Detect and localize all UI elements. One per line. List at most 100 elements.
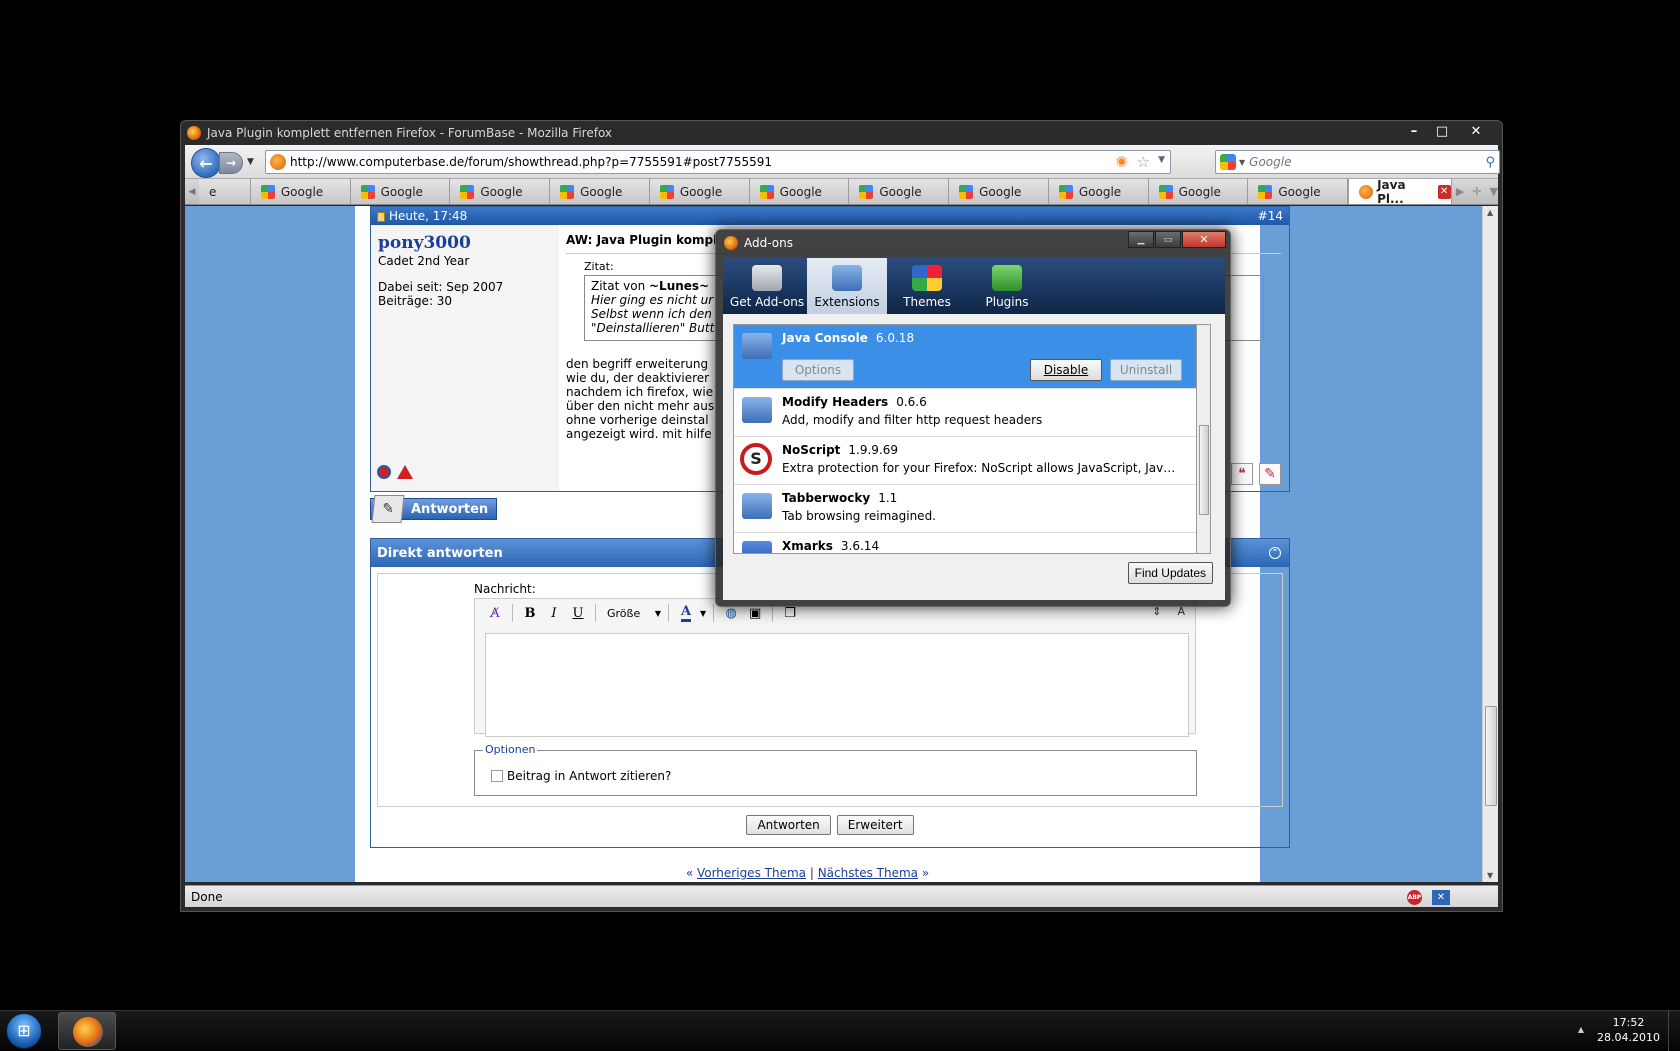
page-scrollbar[interactable]: ▲ ▼ (1482, 206, 1498, 882)
tab-google[interactable]: Google (450, 179, 550, 204)
post-date: Heute, 17:48 (389, 209, 467, 223)
collapse-icon[interactable]: ⌃ (1269, 547, 1281, 559)
system-clock[interactable]: 17:52 28.04.2010 (1597, 1015, 1660, 1045)
advanced-reply-button[interactable]: Erweitert (837, 815, 914, 835)
uninstall-button[interactable]: Uninstall (1110, 359, 1182, 381)
find-updates-button[interactable]: Find Updates (1128, 562, 1213, 584)
url-bar[interactable]: http://www.computerbase.de/forum/showthr… (265, 150, 1171, 174)
minimize-button[interactable]: – (1400, 121, 1428, 141)
extensions-list: Java Console6.0.18 Options Disable Unins… (733, 324, 1197, 554)
tab-google[interactable]: Google (251, 179, 351, 204)
maximize-button[interactable]: □ (1428, 121, 1456, 141)
rss-feed-icon[interactable]: ◉ (1116, 155, 1130, 169)
scroll-up-icon[interactable]: ▲ (1487, 208, 1493, 217)
text-color-icon[interactable]: A (676, 603, 696, 623)
extension-item-modify-headers[interactable]: Modify Headers0.6.6 Add, modify and filt… (734, 389, 1196, 437)
taskbar-firefox-button[interactable] (58, 1012, 116, 1050)
reply-pen-icon: ✎ (372, 495, 405, 523)
engine-dropdown-icon[interactable]: ▼ (1239, 158, 1245, 167)
start-button-icon[interactable]: ⊞ (6, 1013, 42, 1049)
extension-name: Xmarks (782, 539, 833, 553)
show-desktop-button[interactable] (1668, 1011, 1680, 1051)
search-input[interactable] (1249, 155, 1485, 169)
edit-post-icon[interactable]: ✎ (1259, 463, 1281, 485)
scrollbar-thumb[interactable] (1485, 706, 1497, 806)
tab-google[interactable]: Google (1149, 179, 1249, 204)
post-number[interactable]: #14 (1258, 209, 1283, 223)
reply-button-label: Antworten (411, 502, 488, 517)
tab-close-icon[interactable]: ✕ (1438, 185, 1451, 199)
search-icon[interactable]: ⚲ (1485, 155, 1495, 170)
xmarks-icon[interactable]: ✕ (1432, 890, 1450, 905)
tab-themes[interactable]: Themes (887, 258, 967, 314)
tab-active[interactable]: Java Pl... ✕ (1348, 179, 1452, 204)
maximize-button[interactable]: ▭ (1155, 231, 1181, 248)
bookmark-star-icon[interactable]: ☆ (1137, 153, 1150, 171)
adblock-plus-icon[interactable]: ABP (1407, 890, 1422, 905)
tab-plugins[interactable]: Plugins (967, 258, 1047, 314)
quote-author[interactable]: ~Lunes~ (649, 279, 709, 293)
thread-navigation: « Vorheriges Thema | Nächstes Thema » (355, 866, 1260, 880)
history-dropdown-icon[interactable]: ▼ (247, 157, 254, 167)
post-icon (377, 212, 385, 222)
extension-item-noscript[interactable]: S NoScript1.9.9.69 Extra protection for … (734, 437, 1196, 485)
palette-icon (912, 265, 942, 291)
toolbar-separator (595, 604, 596, 622)
options-button[interactable]: Options (782, 359, 854, 381)
submit-reply-button[interactable]: Antworten (746, 815, 830, 835)
message-textarea[interactable] (485, 633, 1189, 737)
reply-button[interactable]: ✎ Antworten (370, 498, 497, 520)
quote-checkbox-label[interactable]: Beitrag in Antwort zitieren? (507, 769, 671, 783)
quote-post-icon[interactable]: ❝ (1231, 463, 1253, 485)
extensions-scrollbar[interactable] (1197, 324, 1211, 554)
back-button[interactable]: ← (191, 148, 221, 178)
tab-google[interactable]: Google (1049, 179, 1149, 204)
italic-icon[interactable]: I (544, 603, 564, 623)
noscript-icon: S (740, 443, 772, 475)
tab-google[interactable]: Google (949, 179, 1049, 204)
scroll-down-icon[interactable]: ▼ (1487, 871, 1493, 880)
tab-google[interactable]: Google (650, 179, 750, 204)
site-identity-icon[interactable] (270, 154, 286, 170)
tab-label: Extensions (814, 295, 879, 309)
show-hidden-icons-icon[interactable]: ▲ (1578, 1025, 1584, 1034)
chevron-down-icon[interactable]: ▼ (700, 609, 706, 618)
url-text[interactable]: http://www.computerbase.de/forum/showthr… (290, 155, 772, 169)
extension-name: Java Console (782, 331, 868, 345)
extension-item-tabberwocky[interactable]: Tabberwocky1.1 Tab browsing reimagined. (734, 485, 1196, 533)
bold-icon[interactable]: B (520, 603, 540, 623)
search-bar[interactable]: ▼ ⚲ (1215, 150, 1500, 174)
tab-list-icon[interactable]: ▼ (1490, 185, 1498, 198)
disable-button[interactable]: Disable (1030, 359, 1102, 381)
tab-scroll-left-icon[interactable]: ◀ (185, 179, 199, 204)
report-post-icon[interactable] (397, 465, 413, 479)
tab-get-addons[interactable]: Get Add-ons (727, 258, 807, 314)
tab-google[interactable]: Google (750, 179, 850, 204)
scrollbar-thumb[interactable] (1199, 425, 1209, 515)
tab-google[interactable]: Google (550, 179, 650, 204)
new-tab-icon[interactable]: ✛ (1472, 185, 1481, 198)
username[interactable]: pony3000 (378, 233, 558, 253)
tab-google[interactable]: Google (849, 179, 949, 204)
url-dropdown-icon[interactable]: ▼ (1158, 155, 1165, 165)
remove-format-icon[interactable]: A̸ (485, 603, 505, 623)
tab-scroll-right-icon[interactable]: ▶ (1456, 185, 1464, 198)
quote-checkbox[interactable] (491, 770, 503, 782)
underline-icon[interactable]: U (568, 603, 588, 623)
previous-thread-link[interactable]: Vorheriges Thema (697, 866, 806, 880)
extension-item-java-console[interactable]: Java Console6.0.18 Options Disable Unins… (734, 325, 1196, 389)
close-button[interactable]: ✕ (1456, 121, 1496, 141)
forward-button[interactable]: → (219, 152, 243, 174)
tab-google[interactable]: Google (351, 179, 451, 204)
extension-item-xmarks[interactable]: Xmarks3.6.14 (734, 533, 1196, 554)
minimize-button[interactable]: ▁ (1128, 231, 1154, 248)
google-engine-icon[interactable] (1220, 154, 1236, 170)
quote-checkbox-row[interactable]: Beitrag in Antwort zitieren? (491, 769, 671, 783)
tab-label: Google (1278, 185, 1320, 199)
tab-google[interactable]: Google (1248, 179, 1348, 204)
font-size-select[interactable]: Größe▼ (603, 603, 661, 623)
tab-extensions[interactable]: Extensions (807, 258, 887, 314)
next-thread-link[interactable]: Nächstes Thema (818, 866, 918, 880)
tab-partial[interactable]: e (199, 179, 251, 204)
close-button[interactable]: ✕ (1182, 231, 1226, 248)
